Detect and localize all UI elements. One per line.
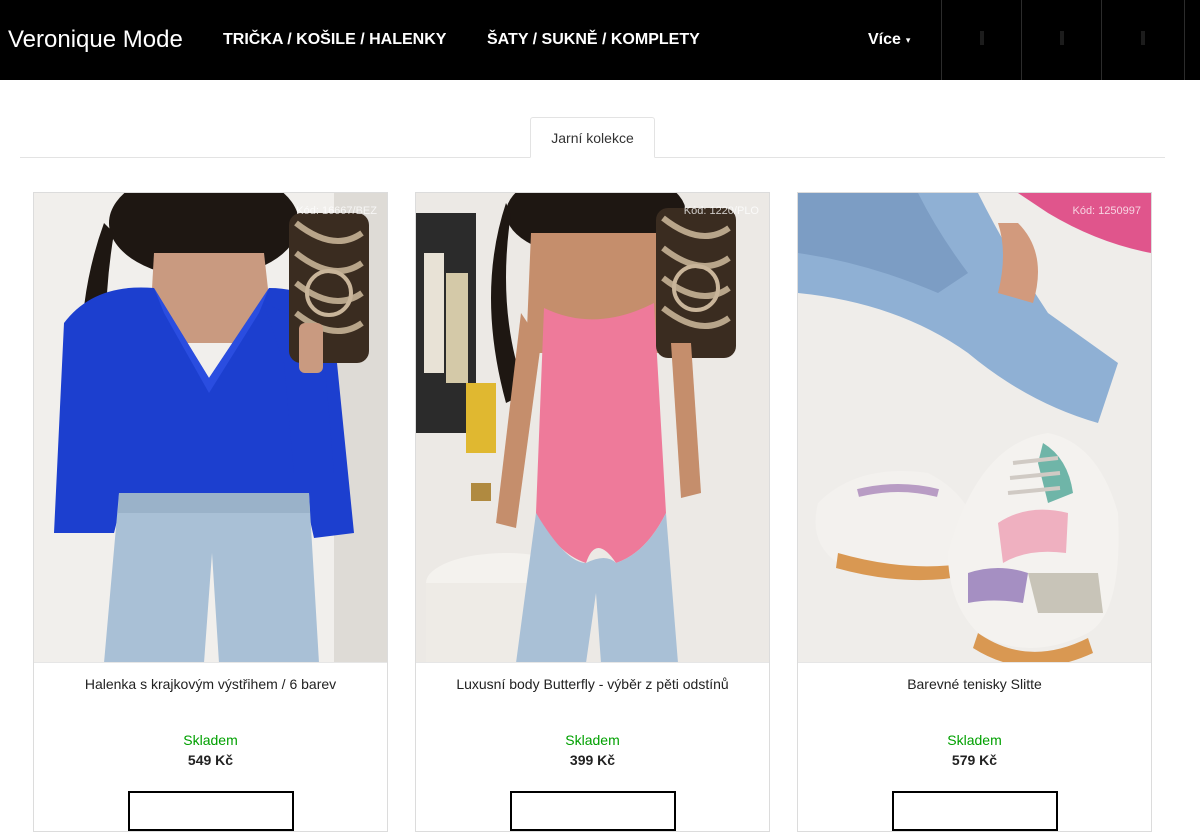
product-image[interactable]: Kód: 16667/BEZ bbox=[34, 193, 387, 663]
product-detail-button[interactable] bbox=[892, 791, 1058, 831]
nav-item-saty[interactable]: ŠATY / SUKNĚ / KOMPLETY bbox=[487, 0, 700, 80]
product-photo-sneakers bbox=[798, 193, 1151, 662]
product-card: Kód: 16667/BEZ Halenka s krajkovým výstř… bbox=[33, 192, 388, 832]
nav-more-menu[interactable]: Více ▾ bbox=[868, 0, 910, 80]
product-name[interactable]: Luxusní body Butterfly - výběr z pěti od… bbox=[426, 675, 759, 693]
product-price: 549 Kč bbox=[187, 752, 234, 768]
product-stock-status: Skladem bbox=[947, 732, 1002, 748]
product-name[interactable]: Barevné tenisky Slitte bbox=[808, 675, 1141, 693]
account-button[interactable] bbox=[1021, 0, 1101, 80]
product-card: Kód: 1220/PLO Luxusní body Butterfly - v… bbox=[415, 192, 770, 832]
product-name[interactable]: Halenka s krajkovým výstřihem / 6 barev bbox=[44, 675, 377, 693]
product-price: 579 Kč bbox=[951, 752, 998, 768]
search-button[interactable] bbox=[941, 0, 1021, 80]
product-image[interactable]: Kód: 1220/PLO bbox=[416, 193, 769, 663]
product-card: Kód: 1250997 Barevné tenisky Slitte Skla… bbox=[797, 192, 1152, 832]
search-icon-svg bbox=[979, 30, 984, 45]
cart-icon-svg bbox=[1141, 30, 1145, 45]
tab-jarni-kolekce[interactable]: Jarní kolekce bbox=[530, 117, 655, 158]
product-code: Kód: 1250997 bbox=[1072, 205, 1141, 217]
header-bar: Veronique Mode TRIČKA / KOŠILE / HALENKY… bbox=[0, 0, 1185, 80]
search-icon bbox=[975, 30, 989, 51]
user-icon bbox=[1055, 30, 1069, 51]
product-code: Kód: 16667/BEZ bbox=[296, 205, 377, 217]
product-price: 399 Kč bbox=[569, 752, 616, 768]
product-photo-body bbox=[416, 193, 769, 662]
cart-button[interactable] bbox=[1101, 0, 1185, 80]
site-logo[interactable]: Veronique Mode bbox=[8, 0, 183, 80]
user-icon-svg bbox=[1059, 30, 1064, 45]
product-photo-blouse bbox=[34, 193, 387, 662]
site-header: Veronique Mode TRIČKA / KOŠILE / HALENKY… bbox=[0, 0, 1200, 80]
nav-item-tricka[interactable]: TRIČKA / KOŠILE / HALENKY bbox=[223, 0, 446, 80]
product-stock-status: Skladem bbox=[565, 732, 620, 748]
nav-more-label: Více bbox=[868, 31, 901, 48]
product-detail-button[interactable] bbox=[128, 791, 294, 831]
product-stock-status: Skladem bbox=[183, 732, 238, 748]
product-image[interactable]: Kód: 1250997 bbox=[798, 193, 1151, 663]
product-code: Kód: 1220/PLO bbox=[683, 205, 759, 217]
cart-icon bbox=[1136, 30, 1150, 51]
chevron-down-icon: ▾ bbox=[905, 35, 911, 45]
product-detail-button[interactable] bbox=[510, 791, 676, 831]
